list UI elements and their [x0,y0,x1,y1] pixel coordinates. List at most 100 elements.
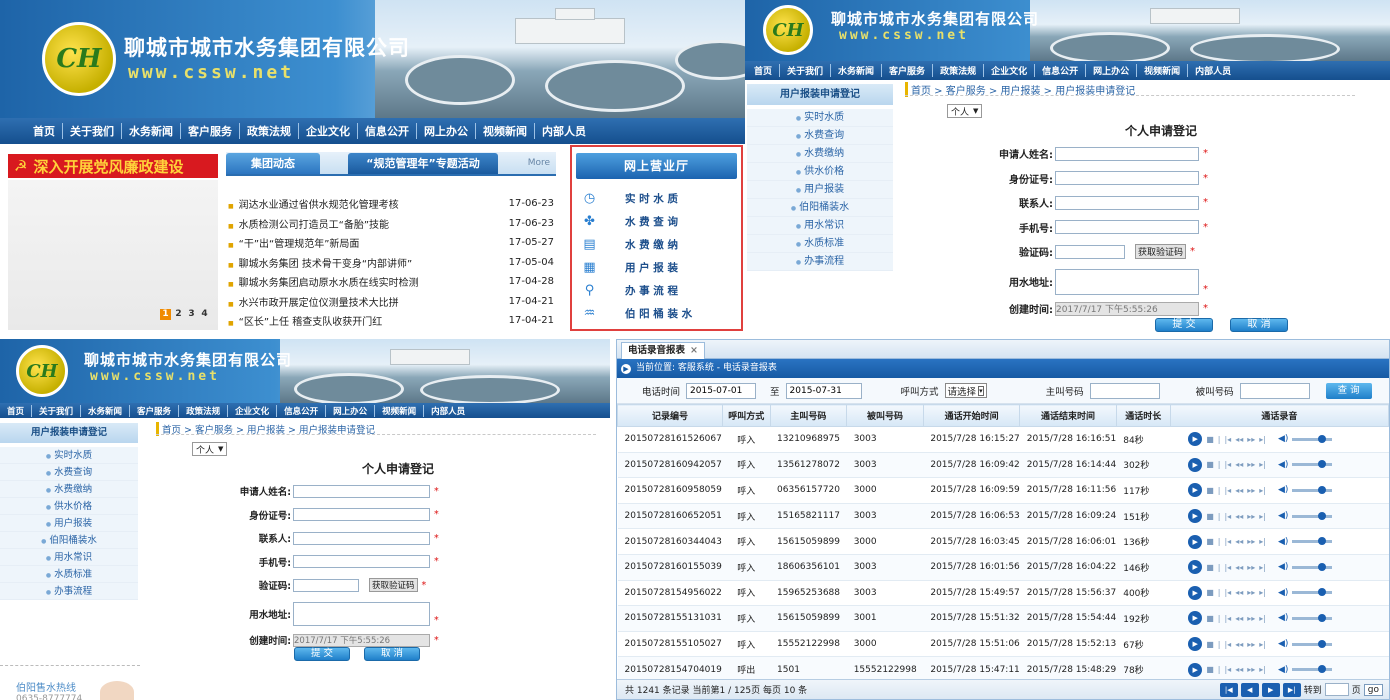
audio-player[interactable]: ▶ ■ | |◂ ◂◂ ▸▸ ▸| ◀) [1188,457,1388,472]
volume-icon[interactable]: ◀) [1278,537,1288,547]
sidebar-item[interactable]: ● 伯阳桶装水 [0,532,138,549]
page-link[interactable]: 4 [199,309,210,320]
close-icon[interactable]: × [690,343,698,359]
nav-item[interactable]: 关于我们 [32,404,82,417]
stop-icon[interactable]: ■ [1206,512,1214,521]
volume-slider[interactable] [1292,639,1333,648]
sidebar-item[interactable]: ● 供水价格 [747,163,893,181]
nav-item[interactable]: 内部人员 [424,405,472,417]
prev-track-icon[interactable]: |◂ [1224,486,1231,495]
play-icon[interactable]: ▶ [1188,457,1203,472]
sidebar-item[interactable]: ● 实时水质 [747,109,893,127]
sidebar-item[interactable]: ● 实时水质 [0,447,138,464]
nav-item[interactable]: 水务新闻 [831,64,883,77]
nav-item[interactable]: 信息公开 [358,123,417,139]
rewind-icon[interactable]: ◂◂ [1235,614,1243,623]
table-row[interactable]: 20150728160958059 呼入 06356157720 3000 2015/7… [617,477,1389,504]
sidebar-item[interactable]: ● 办事流程 [747,253,893,271]
party-banner[interactable]: ☭ 深入开展党风廉政建设 [8,154,218,178]
forward-icon[interactable]: ▸▸ [1247,563,1255,572]
volume-knob[interactable] [1318,460,1327,469]
nav-item[interactable]: 视频新闻 [476,123,535,139]
nav-item[interactable]: 水务新闻 [122,123,181,139]
audio-player[interactable]: ▶ ■ | |◂ ◂◂ ▸▸ ▸| ◀) [1188,432,1388,447]
company-logo[interactable]: CH [16,345,68,397]
nav-item[interactable]: 企业文化 [984,64,1036,77]
news-item[interactable]: ■ “区长”上任 稽查支队收获开门红 17-04-21 [228,311,554,331]
rewind-icon[interactable]: ◂◂ [1235,665,1243,674]
prev-track-icon[interactable]: |◂ [1224,588,1231,597]
prev-track-icon[interactable]: |◂ [1224,665,1231,674]
play-icon[interactable]: ▶ [1188,432,1203,447]
stop-icon[interactable]: ■ [1206,486,1214,495]
audio-player[interactable]: ▶ ■ | |◂ ◂◂ ▸▸ ▸| ◀) [1188,662,1388,677]
stop-icon[interactable]: ■ [1206,563,1214,572]
nav-item[interactable]: 首页 [747,64,781,77]
nav-item[interactable]: 政策法规 [240,123,299,139]
sidebar-item[interactable]: ● 办事流程 [0,583,138,600]
submit-button[interactable]: 提 交 [294,647,350,661]
forward-icon[interactable]: ▸▸ [1247,588,1255,597]
service-hall-item[interactable]: ◷ 实 时 水 质 [582,187,733,210]
applicant-type-select[interactable]: 个人 ▼ [192,442,228,456]
next-track-icon[interactable]: ▸| [1259,588,1266,597]
text-input[interactable] [1055,220,1199,234]
stop-icon[interactable]: ■ [1206,640,1214,649]
news-item[interactable]: ■ 润达水业通过省供水规范化管理考核 17-06-23 [228,194,554,214]
sidebar-item[interactable]: ● 水质标准 [0,566,138,583]
nav-item[interactable]: 网上办公 [1086,64,1138,77]
sidebar-item[interactable]: ● 供水价格 [0,498,138,515]
nav-item[interactable]: 内部人员 [535,123,593,139]
volume-knob[interactable] [1318,434,1327,443]
company-logo[interactable]: CH [42,22,116,96]
tab-special-activity[interactable]: “规范管理年”专题活动 [348,153,498,174]
news-title[interactable]: “干”出“管理规范年”新局面 [239,239,360,250]
table-row[interactable]: 20150728154956022 呼入 15965253688 3003 2015/7… [617,580,1389,607]
nav-item[interactable]: 企业文化 [228,404,278,417]
sidebar-item[interactable]: ● 用水常识 [747,217,893,235]
volume-slider[interactable] [1292,485,1333,494]
callee-input[interactable] [1239,382,1310,399]
table-row[interactable]: 20150728160942057 呼入 13561278072 3003 2015/7… [617,452,1389,479]
play-icon[interactable]: ▶ [1188,585,1203,600]
volume-icon[interactable]: ◀) [1278,639,1288,649]
forward-icon[interactable]: ▸▸ [1247,460,1255,469]
play-icon[interactable]: ▶ [1188,483,1203,498]
volume-knob[interactable] [1318,639,1327,648]
column-header[interactable]: 通话时长 [1115,404,1171,427]
sidebar-item[interactable]: ● 伯阳桶装水 [747,199,893,217]
volume-slider[interactable] [1292,537,1333,546]
nav-item[interactable]: 客户服务 [181,123,240,139]
play-icon[interactable]: ▶ [1188,560,1203,575]
next-track-icon[interactable]: ▸| [1259,537,1266,546]
prev-track-icon[interactable]: |◂ [1224,460,1231,469]
news-title[interactable]: “区长”上任 稽查支队收获开门红 [239,317,383,328]
nav-item[interactable]: 信息公开 [1035,64,1087,77]
prev-track-icon[interactable]: |◂ [1224,537,1231,546]
volume-slider[interactable] [1292,613,1333,622]
play-icon[interactable]: ▶ [1188,534,1203,549]
prev-page-icon[interactable]: ◀ [1240,682,1259,697]
audio-player[interactable]: ▶ ■ | |◂ ◂◂ ▸▸ ▸| ◀) [1188,483,1388,498]
sidebar-item[interactable]: ● 用水常识 [0,549,138,566]
table-row[interactable]: 20150728160652051 呼入 15165821117 3003 2015/7… [617,503,1389,530]
volume-icon[interactable]: ◀) [1278,588,1288,598]
prev-track-icon[interactable]: |◂ [1224,563,1231,572]
volume-knob[interactable] [1318,613,1327,622]
column-header[interactable]: 通话开始时间 [922,404,1021,427]
table-row[interactable]: 20150728160155039 呼入 18606356101 3003 2015/7… [617,554,1389,581]
rewind-icon[interactable]: ◂◂ [1235,563,1243,572]
news-title[interactable]: 水兴市政开展定位仪测量技术大比拼 [239,298,399,309]
call-mode-select[interactable]: 请选择 ▾ [944,383,987,398]
volume-slider[interactable] [1292,562,1333,571]
volume-knob[interactable] [1318,537,1327,546]
captcha-input[interactable] [293,578,359,592]
stop-icon[interactable]: ■ [1206,460,1214,469]
news-item[interactable]: ■ 水质检测公司打造员工“备胎”技能 17-06-23 [228,214,554,234]
service-hall-item[interactable]: ⚲ 办 事 流 程 [582,279,733,302]
more-link[interactable]: More [528,158,550,168]
rewind-icon[interactable]: ◂◂ [1235,588,1243,597]
next-track-icon[interactable]: ▸| [1259,665,1266,674]
volume-knob[interactable] [1318,665,1327,674]
column-header[interactable]: 主叫号码 [769,404,848,427]
